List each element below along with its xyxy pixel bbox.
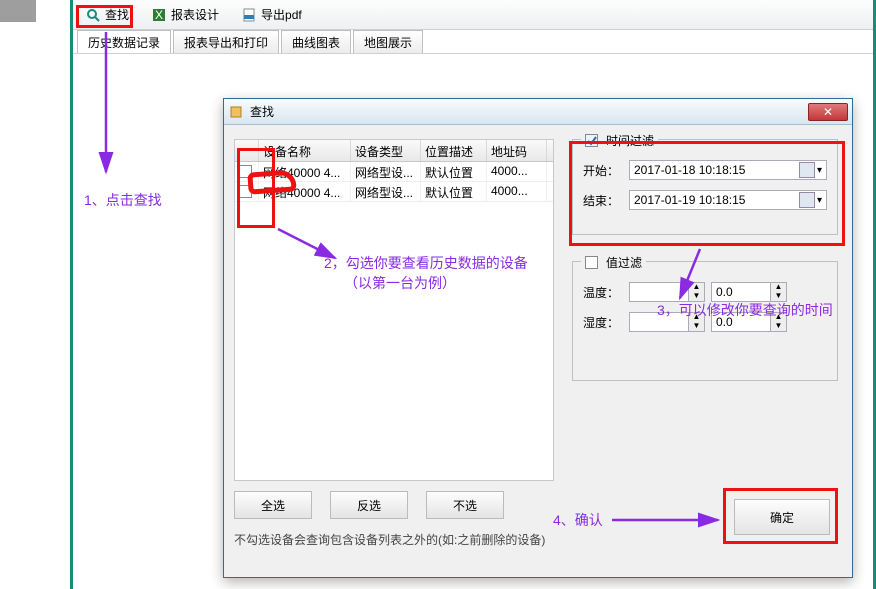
tab-label: 曲线图表 xyxy=(292,36,340,50)
start-label: 开始： xyxy=(583,162,623,179)
export-pdf-toolbar-button[interactable]: 导出pdf xyxy=(235,4,308,25)
device-table: 设备名称 设备类型 位置描述 地址码 网络40000 4... 网络型设... … xyxy=(234,139,554,481)
dialog-title-text: 查找 xyxy=(250,103,808,120)
start-datetime-field[interactable]: 2017-01-18 10:18:15 ▾ xyxy=(629,160,827,180)
th-loc[interactable]: 位置描述 xyxy=(421,140,487,161)
value-filter-legend[interactable]: 值过滤 xyxy=(581,254,646,271)
end-row: 结束： 2017-01-19 10:18:15 ▾ xyxy=(583,190,827,210)
hum-high-field[interactable] xyxy=(711,312,771,332)
cell-type: 网络型设... xyxy=(351,182,421,201)
checkbox-icon[interactable] xyxy=(239,185,252,198)
tab-label: 地图展示 xyxy=(364,36,412,50)
calendar-icon[interactable] xyxy=(799,162,815,178)
left-gutter xyxy=(0,0,36,22)
app-root: { "toolbar": { "search_label": "查找", "re… xyxy=(0,0,876,589)
report-design-toolbar-button[interactable]: X 报表设计 xyxy=(145,4,225,25)
start-row: 开始： 2017-01-18 10:18:15 ▾ xyxy=(583,160,827,180)
invert-select-button[interactable]: 反选 xyxy=(330,491,408,519)
start-value: 2017-01-18 10:18:15 xyxy=(634,163,799,177)
dialog-icon xyxy=(228,104,244,120)
pdf-icon xyxy=(241,7,257,23)
table-row[interactable]: 网络40000 4... 网络型设... 默认位置 4000... xyxy=(235,162,553,182)
temp-low-input[interactable]: ▲▼ xyxy=(629,282,705,302)
spinner[interactable]: ▲▼ xyxy=(689,312,705,332)
dialog-body: 设备名称 设备类型 位置描述 地址码 网络40000 4... 网络型设... … xyxy=(224,125,852,577)
time-filter-group: 时间过滤 开始： 2017-01-18 10:18:15 ▾ 结束： xyxy=(572,139,838,235)
chevron-down-icon[interactable]: ▾ xyxy=(817,195,822,206)
temp-row: 温度： ▲▼ ▲▼ xyxy=(583,282,827,302)
temp-low-field[interactable] xyxy=(629,282,689,302)
temp-high-field[interactable] xyxy=(711,282,771,302)
end-value: 2017-01-19 10:18:15 xyxy=(634,193,799,207)
temp-label: 温度： xyxy=(583,284,623,301)
export-pdf-label: 导出pdf xyxy=(261,6,302,23)
spinner[interactable]: ▲▼ xyxy=(771,312,787,332)
search-dialog: 查找 ✕ 设备名称 设备类型 位置描述 地址码 xyxy=(223,98,853,578)
cell-loc: 默认位置 xyxy=(421,182,487,201)
dialog-close-button[interactable]: ✕ xyxy=(808,103,848,121)
excel-icon: X xyxy=(151,7,167,23)
tab-label: 历史数据记录 xyxy=(88,36,160,50)
row-check[interactable] xyxy=(235,182,259,201)
checkbox-icon[interactable] xyxy=(239,165,252,178)
cell-loc: 默认位置 xyxy=(421,162,487,181)
th-type[interactable]: 设备类型 xyxy=(351,140,421,161)
canvas: 查找 ✕ 设备名称 设备类型 位置描述 地址码 xyxy=(73,54,873,589)
report-design-label: 报表设计 xyxy=(171,6,219,23)
hum-low-field[interactable] xyxy=(629,312,689,332)
checkbox-icon[interactable] xyxy=(585,134,598,147)
end-label: 结束： xyxy=(583,192,623,209)
tab-map[interactable]: 地图展示 xyxy=(353,30,423,53)
dialog-titlebar[interactable]: 查找 ✕ xyxy=(224,99,852,125)
footer-note: 不勾选设备会查询包含设备列表之外的(如:之前删除的设备) xyxy=(234,531,545,548)
search-label: 查找 xyxy=(105,6,129,23)
tab-history[interactable]: 历史数据记录 xyxy=(77,30,171,53)
cell-name: 网络40000 4... xyxy=(259,182,351,201)
cell-name: 网络40000 4... xyxy=(259,162,351,181)
tab-label: 报表导出和打印 xyxy=(184,36,268,50)
select-all-button[interactable]: 全选 xyxy=(234,491,312,519)
hum-label: 湿度： xyxy=(583,314,623,331)
chevron-down-icon[interactable]: ▾ xyxy=(817,165,822,176)
th-check xyxy=(235,140,259,161)
cell-addr: 4000... xyxy=(487,182,547,201)
search-toolbar-button[interactable]: 查找 xyxy=(79,4,135,25)
cell-addr: 4000... xyxy=(487,162,547,181)
tab-bar: 历史数据记录 报表导出和打印 曲线图表 地图展示 xyxy=(73,30,873,54)
hum-high-input[interactable]: ▲▼ xyxy=(711,312,787,332)
select-none-button[interactable]: 不选 xyxy=(426,491,504,519)
calendar-icon[interactable] xyxy=(799,192,815,208)
value-filter-group: 值过滤 温度： ▲▼ ▲▼ 湿度： ▲▼ ▲▼ xyxy=(572,261,838,381)
hum-row: 湿度： ▲▼ ▲▼ xyxy=(583,312,827,332)
th-addr[interactable]: 地址码 xyxy=(487,140,547,161)
table-row[interactable]: 网络40000 4... 网络型设... 默认位置 4000... xyxy=(235,182,553,202)
cell-type: 网络型设... xyxy=(351,162,421,181)
table-header: 设备名称 设备类型 位置描述 地址码 xyxy=(235,140,553,162)
spinner[interactable]: ▲▼ xyxy=(771,282,787,302)
tab-chart[interactable]: 曲线图表 xyxy=(281,30,351,53)
search-icon xyxy=(85,7,101,23)
th-name[interactable]: 设备名称 xyxy=(259,140,351,161)
tab-export-print[interactable]: 报表导出和打印 xyxy=(173,30,279,53)
legend-text: 值过滤 xyxy=(606,254,642,271)
spinner[interactable]: ▲▼ xyxy=(689,282,705,302)
row-check[interactable] xyxy=(235,162,259,181)
time-filter-legend[interactable]: 时间过滤 xyxy=(581,132,658,149)
ok-button[interactable]: 确定 xyxy=(734,499,830,535)
main-area: 查找 X 报表设计 导出pdf 历史数据记录 报表导出和打印 曲线图表 地图展示 xyxy=(70,0,876,589)
temp-high-input[interactable]: ▲▼ xyxy=(711,282,787,302)
toolbar: 查找 X 报表设计 导出pdf xyxy=(73,0,873,30)
legend-text: 时间过滤 xyxy=(606,132,654,149)
close-icon: ✕ xyxy=(823,105,833,119)
end-datetime-field[interactable]: 2017-01-19 10:18:15 ▾ xyxy=(629,190,827,210)
selection-buttons: 全选 反选 不选 xyxy=(234,491,504,519)
hum-low-input[interactable]: ▲▼ xyxy=(629,312,705,332)
svg-text:X: X xyxy=(155,8,163,22)
checkbox-icon[interactable] xyxy=(585,256,598,269)
